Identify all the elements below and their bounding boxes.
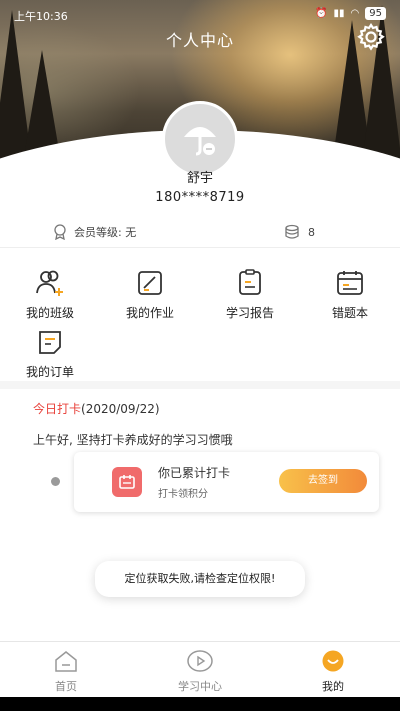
checkin-title: 今日打卡(2020/09/22) xyxy=(33,400,160,417)
grid-label-study-report: 学习报告 xyxy=(225,306,274,320)
signal-icon: ▮▮ xyxy=(333,8,345,19)
sign-in-button[interactable]: 去签到 xyxy=(279,469,367,493)
timeline-dot xyxy=(51,477,60,486)
umbrella-avatar-icon xyxy=(184,127,216,156)
settings-gear-icon[interactable] xyxy=(356,22,386,52)
grid-item-study-report[interactable]: 学习报告 xyxy=(212,268,288,321)
grid-item-mistake-book[interactable]: 错题本 xyxy=(312,268,388,321)
checkin-points-label: 打卡领积分 xyxy=(158,489,208,500)
tab-home-label: 首页 xyxy=(55,680,77,693)
member-level[interactable]: 会员等级: 无 xyxy=(52,224,136,240)
checkin-greeting: 上午好, 坚持打卡养成好的学习习惯哦 xyxy=(33,433,233,447)
member-info-row: 会员等级: 无 8 xyxy=(0,218,400,248)
checkin-title-date: (2020/09/22) xyxy=(81,402,160,416)
avatar[interactable] xyxy=(162,101,238,177)
location-error-toast: 定位获取失败,请检查定位权限! xyxy=(95,561,305,597)
play-icon xyxy=(187,650,213,672)
user-name: 舒宇 xyxy=(186,171,213,186)
tab-home[interactable]: 首页 xyxy=(31,650,101,694)
home-icon xyxy=(55,651,77,672)
grid-label-my-orders: 我的订单 xyxy=(25,365,74,379)
status-bar: 上午10:36 ⏰ ▮▮ ◠ 95 xyxy=(0,0,400,28)
tab-study-center-label: 学习中心 xyxy=(178,680,222,693)
report-icon xyxy=(239,269,261,295)
coins-count: 8 xyxy=(308,225,315,239)
grid-label-my-homework: 我的作业 xyxy=(125,306,174,320)
grid-item-my-class[interactable]: 我的班级 xyxy=(12,268,88,321)
alarm-icon: ⏰ xyxy=(315,8,328,19)
section-divider xyxy=(0,381,400,389)
page-title: 个人中心 xyxy=(165,31,234,50)
profile-icon xyxy=(322,650,344,672)
user-phone: 180****8719 xyxy=(155,190,245,205)
member-level-label: 会员等级: 无 xyxy=(74,226,137,239)
bottom-tab-bar: 首页 学习中心 我的 xyxy=(0,641,400,697)
battery-icon: 95 xyxy=(365,7,386,20)
checkin-title-highlight: 今日打卡 xyxy=(33,402,82,416)
system-navigation-bar xyxy=(0,697,400,711)
tab-profile-label: 我的 xyxy=(322,680,344,693)
member-coins[interactable]: 8 xyxy=(284,224,315,240)
homework-icon xyxy=(138,271,162,295)
grid-label-my-class: 我的班级 xyxy=(25,306,74,320)
order-icon xyxy=(39,331,61,354)
class-icon xyxy=(36,270,63,296)
tab-profile[interactable]: 我的 xyxy=(298,650,368,694)
grid-item-my-orders[interactable]: 我的订单 xyxy=(12,327,88,380)
checkin-card: 你已累计打卡 打卡领积分 去签到 xyxy=(74,452,379,512)
grid-item-my-homework[interactable]: 我的作业 xyxy=(112,268,188,321)
medal-icon xyxy=(54,224,66,240)
coins-icon xyxy=(285,224,299,239)
calendar-icon xyxy=(112,467,142,497)
grid-label-mistake-book: 错题本 xyxy=(331,306,368,320)
tab-study-center[interactable]: 学习中心 xyxy=(165,650,235,694)
wifi-icon: ◠ xyxy=(350,8,360,19)
mistake-book-icon xyxy=(337,271,363,295)
checkin-total-label: 你已累计打卡 xyxy=(158,466,231,480)
status-time: 上午10:36 xyxy=(14,10,68,23)
